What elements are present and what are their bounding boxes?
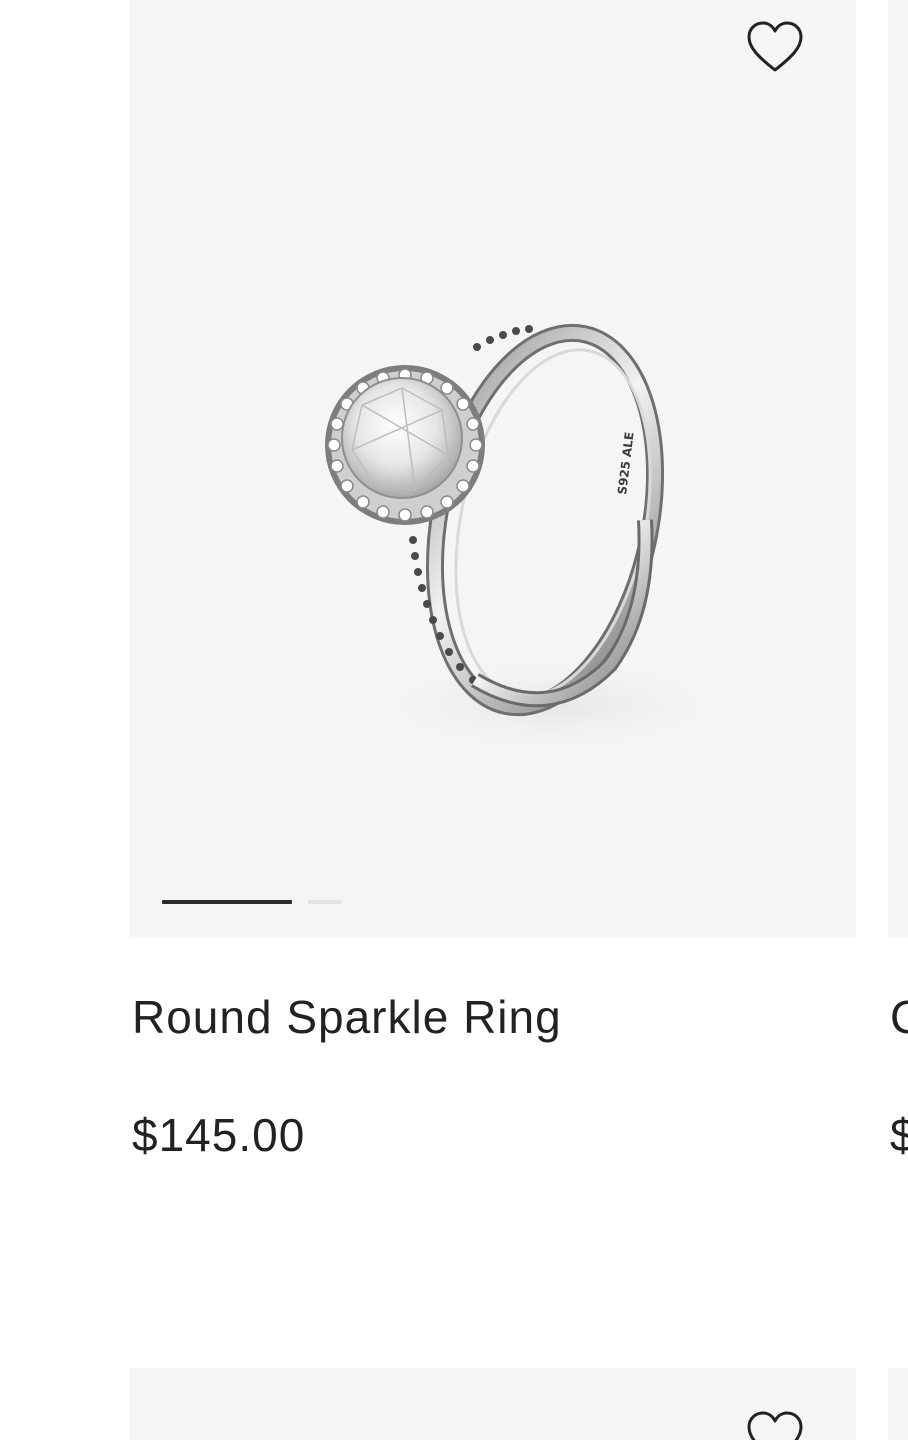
- ring-product-image: S925 ALE: [325, 323, 770, 760]
- product-image-area[interactable]: [888, 0, 908, 937]
- pager-dot[interactable]: [308, 900, 342, 904]
- engraving-text: S925 ALE: [615, 431, 637, 495]
- product-name[interactable]: Round Sparkle Ring: [132, 990, 562, 1044]
- product-image-area[interactable]: S925 ALE: [130, 0, 856, 937]
- product-image-area[interactable]: [130, 1368, 856, 1440]
- product-price: $145.00: [132, 1109, 306, 1161]
- heart-outline-icon: [747, 21, 803, 72]
- image-pager: [162, 900, 342, 904]
- product-card-next-column[interactable]: C $: [888, 0, 908, 1200]
- product-price: $: [890, 1109, 908, 1161]
- product-name[interactable]: C: [890, 990, 908, 1044]
- product-image-area[interactable]: [888, 1368, 908, 1440]
- heart-outline-icon: [747, 1411, 803, 1440]
- wishlist-button[interactable]: [745, 20, 805, 76]
- wishlist-button[interactable]: [745, 1410, 805, 1440]
- product-card[interactable]: S925 ALE Round Sparkle Ring $145.00: [0, 0, 908, 1200]
- pager-dot-active[interactable]: [162, 900, 292, 904]
- product-grid: S925 ALE Round Sparkle Ring $145.00 C $: [0, 0, 908, 1440]
- product-card-next-row[interactable]: [0, 1368, 908, 1440]
